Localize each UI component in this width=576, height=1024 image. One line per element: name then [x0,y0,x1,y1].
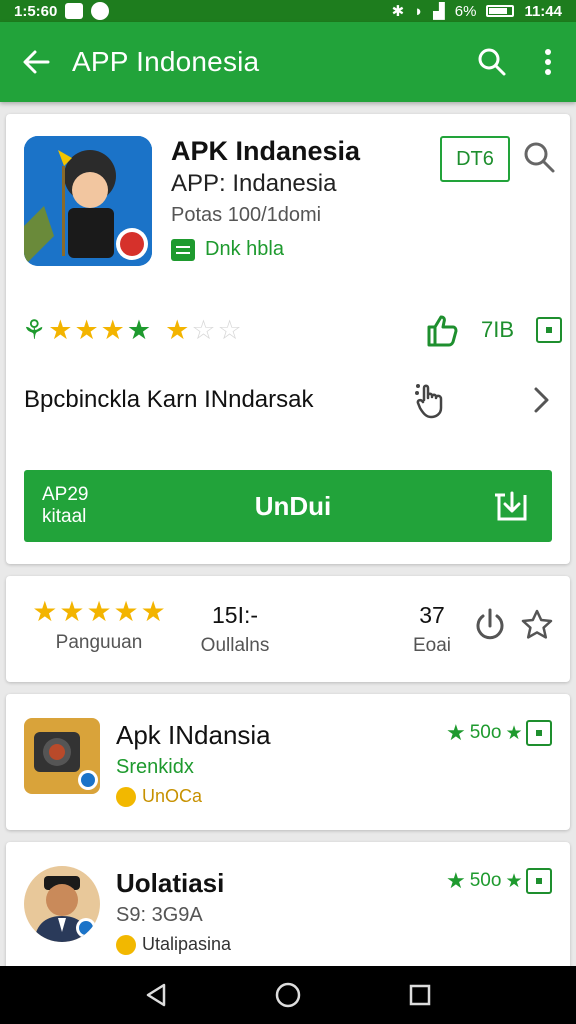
list-item-rating-value: 50o [469,870,502,891]
app-subtitle: APP: Indanesia [171,170,337,197]
battery-percent: 6% [454,2,477,20]
stat-size-value: 37 [419,602,445,628]
nav-recents-icon [409,984,431,1006]
nav-back-icon [146,983,166,1007]
stats-card: ★ ★ ★ ★ ★ Panguuan 15I:- Oullalns 37 Eoa… [6,576,570,682]
app-badge: Dnk hbla [171,238,284,261]
star-outline-icon: ☆ [191,314,216,345]
star-icon: ★ [48,314,73,345]
wifi-icon: ◗ [414,2,424,20]
nav-recents-button[interactable] [398,973,442,1017]
list-item-tag: UnOCa [116,786,202,807]
description-text: Bpcbinckla Karn INndarsak [24,386,314,413]
list-item-tag: Utalipasina [116,934,231,955]
rating-row: ⚘ ★ ★ ★ ★ ★ ☆ ☆ 7IB [22,310,562,350]
hand-pointer-icon [415,384,443,419]
search-button[interactable] [464,22,520,102]
star-icon: ★ [86,596,112,627]
install-left-line2: kitaal [42,506,87,527]
stat-rating: ★ ★ ★ ★ ★ Panguuan [24,598,174,654]
list-item-rating: ★ 50o ★ [446,868,522,894]
install-button-left: AP29 kitaal [24,484,114,528]
star-icon: ★ [505,870,523,892]
list-item-rating: ★ 50o ★ [446,720,522,746]
star-icon: ★ [100,314,125,345]
app-badge-text: Dnk hbla [205,238,284,260]
list-item-rating-value: 50o [469,722,502,743]
list-item-tag-text: Utalipasina [142,934,232,954]
tag-icon [116,934,136,955]
list-item-tag-text: UnOCa [142,786,203,806]
search-icon [478,48,506,76]
rating-stars: ⚘ ★ ★ ★ ★ ★ ☆ ☆ [22,314,242,345]
app-detail-card: APK Indanesia APP: Indanesia Potas 100/1… [6,114,570,564]
system-nav-bar [0,966,576,1024]
tag-icon [116,786,136,807]
stat-size-label: Eoai [412,635,452,656]
nav-home-button[interactable] [266,973,310,1017]
list-item-subtitle: Srenkidx [116,756,194,778]
star-icon: ★ [59,596,85,627]
android-icon: ⚘ [22,314,47,345]
stat-downloads-value: 15I:- [211,602,259,628]
power-icon[interactable] [474,606,506,646]
app-title: APK Indanesia [171,136,361,166]
notification-icon [65,3,84,19]
star-outline-icon: ☆ [217,314,242,345]
app-bar-title: APP Indonesia [72,46,260,77]
stat-size: 37 Eoai [402,602,462,657]
notification-icon-2 [91,2,110,20]
square-icon[interactable] [526,720,552,746]
list-item-thumbnail [24,718,100,794]
star-icon: ★ [505,722,523,744]
back-arrow-icon [23,50,50,74]
star-icon: ★ [32,596,58,627]
install-button-label: UnDui [254,490,332,521]
status-time-right: 11:44 [524,2,562,20]
install-button[interactable]: AP29 kitaal UnDui [24,470,552,542]
overflow-menu-button[interactable] [520,22,576,102]
star-icon: ★ [446,868,466,893]
list-item-subtitle: S9: 3G9A [116,904,203,926]
rating-count: 7IB [480,317,514,342]
overflow-menu-icon [545,49,551,75]
star-icon: ★ [446,720,466,745]
signal-icon: ▟ [433,3,445,20]
battery-icon [486,5,515,17]
list-icon [171,238,195,261]
back-button[interactable] [0,22,72,102]
star-icon: ★ [113,596,139,627]
app-icon [24,136,152,266]
nav-home-icon [275,982,301,1008]
status-time-left: 1:5:60 [14,2,58,20]
search-icon[interactable] [522,140,556,174]
thumbs-up-icon [427,315,458,347]
chevron-right-icon [534,387,549,413]
star-icon: ★ [126,314,152,345]
stat-rating-label: Panguuan [55,632,143,653]
status-bar: 1:5:60 ✱ ◗ ▟ 6% 11:44 [0,0,576,22]
nav-back-button[interactable] [134,973,178,1017]
list-item[interactable]: Apk INdansia Srenkidx UnOCa ★ 50o ★ [6,694,570,830]
install-left-line1: AP29 [42,484,89,505]
list-item-avatar [24,866,100,942]
star-icon: ★ [74,314,99,345]
square-icon[interactable] [526,868,552,894]
outline-button[interactable]: DT6 [440,136,510,182]
star-icon: ★ [165,314,190,345]
square-icon[interactable] [536,317,562,343]
app-bar: APP Indonesia [0,22,576,102]
bluetooth-icon: ✱ [391,3,405,20]
list-item-name: Apk INdansia [116,720,271,750]
download-icon [495,491,527,521]
list-item[interactable]: Uolatiasi S9: 3G9A Utalipasina ★ 50o ★ [6,842,570,982]
stat-downloads-label: Oullalns [200,635,270,656]
description-row[interactable]: Bpcbinckla Karn INndarsak [24,376,554,424]
app-meta: Potas 100/1domi [171,204,322,226]
list-item-name: Uolatiasi [116,868,225,898]
star-icon: ★ [140,596,166,627]
stat-downloads: 15I:- Oullalns [190,602,280,657]
star-outline-icon[interactable] [520,608,554,642]
